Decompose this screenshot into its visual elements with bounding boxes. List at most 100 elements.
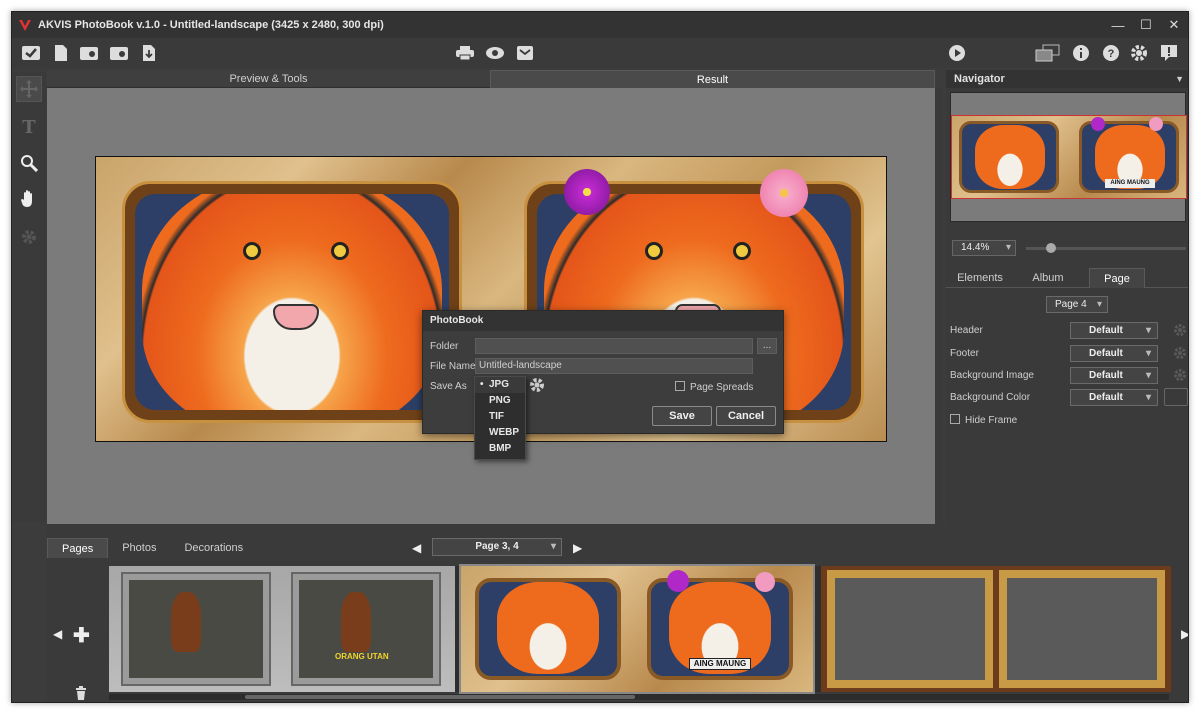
page-select[interactable]: Page 4 ▾ [1046, 296, 1108, 313]
footer-gear-icon[interactable] [1173, 346, 1187, 360]
left-toolbar: T [12, 72, 46, 522]
header-gear-icon[interactable] [1173, 323, 1187, 337]
new-page-icon[interactable] [50, 42, 72, 64]
album-open-icon[interactable] [20, 42, 42, 64]
bottom-panel: Pages Photos Decorations ◀ Page 3, 4 ▾ ▶ … [47, 524, 1188, 702]
format-dropdown-menu: JPG PNG TIF WEBP BMP [474, 376, 526, 460]
filename-label: File Name [430, 361, 476, 372]
title-bar: AKVIS PhotoBook v.1.0 - Untitled-landsca… [12, 12, 1188, 38]
folder-label: Folder [430, 341, 459, 352]
close-icon[interactable]: ✕ [1160, 12, 1188, 38]
delete-page-icon[interactable] [75, 686, 87, 702]
zoom-tool-icon[interactable] [16, 150, 42, 176]
folder-field[interactable] [475, 338, 753, 354]
chevron-down-icon[interactable]: ▼ [1175, 70, 1184, 88]
tab-preview-tools[interactable]: Preview & Tools [47, 70, 490, 88]
tab-elements[interactable]: Elements [952, 268, 1008, 288]
dialog-title: PhotoBook [423, 311, 783, 331]
format-option-webp[interactable]: WEBP [475, 425, 525, 441]
pages-strip: ORANG UTAN AING MAUNG [109, 564, 1171, 694]
load-photos-icon[interactable] [78, 42, 100, 64]
notification-icon[interactable] [1158, 42, 1180, 64]
zoom-select[interactable]: 14.4% ▾ [952, 240, 1016, 256]
thumbnail-caption: ORANG UTAN [335, 652, 389, 661]
tiger-frame-left [122, 181, 462, 423]
tab-page[interactable]: Page [1089, 268, 1145, 288]
maximize-icon[interactable]: ☐ [1132, 12, 1160, 38]
navigator-header: Navigator ▼ [946, 70, 1188, 88]
workspace-icon[interactable] [1034, 42, 1062, 64]
main-toolbar: ? [12, 38, 1188, 68]
format-option-png[interactable]: PNG [475, 393, 525, 409]
akvis-logo-icon [19, 20, 31, 31]
tab-album[interactable]: Album [1024, 268, 1072, 288]
background-image-gear-icon[interactable] [1173, 368, 1187, 382]
page-spreads-option[interactable]: Page Spreads [675, 381, 753, 393]
pink-flower [760, 169, 808, 217]
footer-select[interactable]: Default [1070, 345, 1158, 362]
strip-scrollbar[interactable] [109, 694, 1169, 700]
save-button[interactable]: Save [652, 406, 712, 426]
format-settings-gear-icon[interactable] [529, 377, 545, 393]
run-icon[interactable] [946, 42, 968, 64]
panel-tabs: Elements Album Page [946, 268, 1188, 288]
filename-field[interactable]: Untitled-landscape [475, 358, 753, 374]
text-tool-icon[interactable]: T [16, 114, 42, 140]
scroll-left-icon[interactable]: ◀ [53, 627, 62, 641]
background-image-select[interactable]: Default [1070, 367, 1158, 384]
page-thumbnail[interactable]: ORANG UTAN [109, 566, 455, 692]
canvas-scrollbar[interactable] [935, 88, 943, 524]
navigator-preview[interactable]: AING MAUNG [950, 92, 1187, 222]
share-icon[interactable] [514, 42, 536, 64]
purple-flower [564, 169, 610, 215]
thumbnail-caption: AING MAUNG [689, 658, 751, 670]
tab-decorations[interactable]: Decorations [170, 538, 257, 558]
saveas-label: Save As [430, 381, 467, 392]
header-select[interactable]: Default [1070, 322, 1158, 339]
prev-page-icon[interactable]: ◀ [412, 541, 421, 555]
add-page-icon[interactable]: ✚ [73, 623, 90, 648]
format-option-bmp[interactable]: BMP [475, 441, 525, 457]
view-tabs: Preview & Tools Result [47, 70, 935, 88]
hide-frame-checkbox[interactable] [950, 414, 960, 424]
background-color-label: Background Color [950, 392, 1031, 403]
zoom-slider-handle[interactable] [1046, 243, 1056, 253]
tab-pages[interactable]: Pages [47, 538, 109, 558]
scroll-right-icon[interactable]: ▶ [1181, 627, 1188, 641]
window-title: AKVIS PhotoBook v.1.0 - Untitled-landsca… [38, 19, 384, 31]
minimize-icon[interactable]: — [1104, 12, 1132, 38]
navigator-title: Navigator [954, 73, 1005, 85]
zoom-slider[interactable] [1026, 243, 1186, 253]
svg-text:?: ? [1108, 48, 1115, 60]
tool-settings-icon[interactable] [16, 224, 42, 250]
page-thumbnail-selected[interactable]: AING MAUNG [459, 564, 815, 694]
settings-gear-icon[interactable] [1128, 42, 1150, 64]
page-thumbnail[interactable] [821, 566, 1171, 692]
format-option-tif[interactable]: TIF [475, 409, 525, 425]
preview-eye-icon[interactable] [484, 42, 506, 64]
info-icon[interactable] [1070, 42, 1092, 64]
help-icon[interactable]: ? [1100, 42, 1122, 64]
footer-label: Footer [950, 348, 979, 359]
next-page-icon[interactable]: ▶ [573, 541, 582, 555]
hide-frame-option[interactable]: Hide Frame [950, 414, 1017, 426]
background-color-select[interactable]: Default [1070, 389, 1158, 406]
strip-scrollbar-thumb[interactable] [245, 695, 635, 699]
save-album-icon[interactable] [138, 42, 160, 64]
header-label: Header [950, 325, 983, 336]
navigator-viewport[interactable] [951, 115, 1187, 199]
tab-photos[interactable]: Photos [108, 538, 170, 558]
format-option-jpg[interactable]: JPG [475, 377, 525, 393]
background-color-swatch[interactable] [1164, 388, 1188, 406]
hand-tool-icon[interactable] [16, 186, 42, 212]
page-spreads-checkbox[interactable] [675, 381, 685, 391]
move-tool-icon[interactable] [16, 76, 42, 102]
page-navigation-select[interactable]: Page 3, 4 ▾ [432, 538, 562, 556]
print-icon[interactable] [454, 42, 476, 64]
cancel-button[interactable]: Cancel [716, 406, 776, 426]
tab-result[interactable]: Result [490, 70, 935, 88]
bottom-tabs: Pages Photos Decorations [47, 538, 257, 558]
photo-settings-icon[interactable] [108, 42, 130, 64]
background-image-label: Background Image [950, 370, 1034, 381]
browse-button[interactable]: ... [757, 338, 777, 354]
